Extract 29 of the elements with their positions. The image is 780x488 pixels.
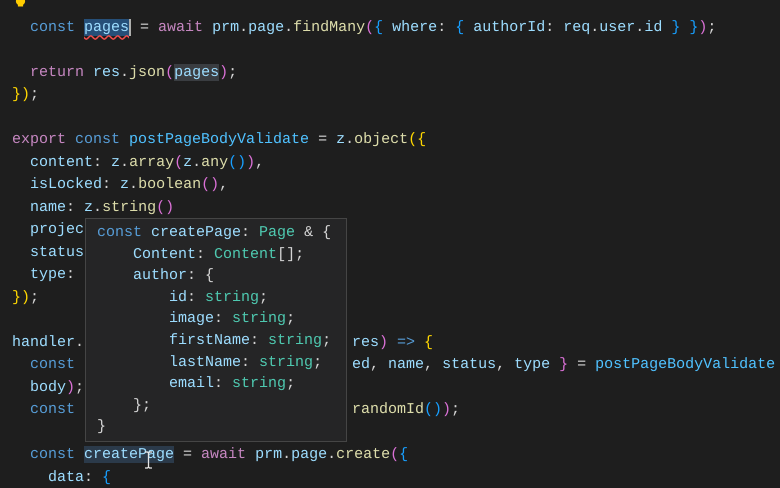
code-line: isLocked: z.boolean(), bbox=[29, 175, 228, 195]
type-signature-line: id: string; bbox=[168, 288, 268, 308]
code-line: name: z.string() bbox=[29, 198, 174, 218]
code-line: content: z.array(z.any()), bbox=[29, 152, 264, 172]
code-line: res) => { bbox=[352, 332, 434, 352]
type-signature-line: image: string; bbox=[168, 309, 296, 330]
type-signature-line: lastName: string; bbox=[168, 352, 322, 373]
code-line: return res.json(pages); bbox=[29, 62, 238, 82]
type-signature-line: }; bbox=[132, 396, 152, 416]
code-line: handler. bbox=[12, 332, 84, 352]
code-line: ed, name, status, type } = postPageBodyValidate bbox=[352, 355, 776, 375]
code-line: type: bbox=[29, 265, 76, 285]
code-line: status bbox=[29, 242, 84, 262]
type-signature-line: Content: Content[]; bbox=[132, 244, 304, 265]
type-signature-line: const createPage: Page & { bbox=[97, 223, 332, 243]
code-line: export const postPageBodyValidate = z.object({ bbox=[12, 130, 426, 150]
code-line: body); bbox=[29, 378, 84, 398]
code-line: const bbox=[29, 400, 76, 420]
code-line: projec bbox=[29, 220, 84, 240]
type-signature-line: firstName: string; bbox=[168, 330, 332, 351]
code-line: randomId()); bbox=[352, 400, 460, 420]
code-line: data: { bbox=[47, 468, 112, 488]
code-line: }); bbox=[12, 288, 40, 308]
type-signature-line: email: string; bbox=[168, 374, 296, 394]
code-line: const pages = await prm.page.findMany({ where: { authorId: req.user.id } }); bbox=[29, 18, 716, 38]
code-line: }); bbox=[12, 85, 40, 105]
type-signature-line: } bbox=[97, 417, 106, 438]
code-line: const bbox=[29, 355, 76, 375]
type-signature-line: author: { bbox=[132, 266, 214, 286]
